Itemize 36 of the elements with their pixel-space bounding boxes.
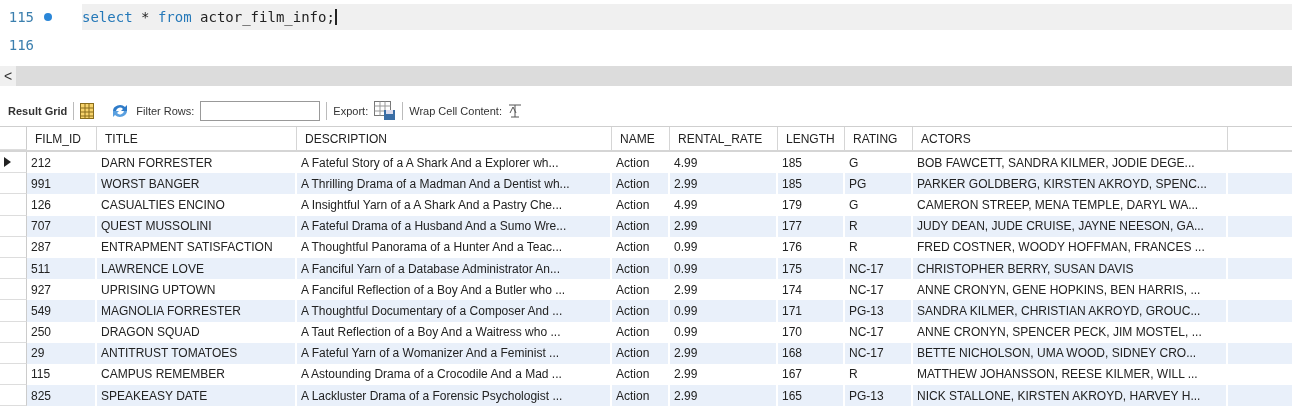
table-cell: PG-13 [845, 385, 913, 407]
column-header[interactable]: FILM_ID [27, 127, 97, 150]
horizontal-scrollbar[interactable]: < [0, 66, 1292, 86]
table-cell: 2.99 [670, 385, 778, 407]
table-cell: 165 [778, 385, 845, 407]
column-header[interactable]: ACTORS [913, 127, 1228, 150]
table-row[interactable]: 29 ANTITRUST TOMATOES A Fateful Yarn of a Womanizer And a Feminist ... Action 2.99 168 NC-17 BETTE NICHOLSON, UMA WOOD, SIDNEY CRO... [0, 342, 1292, 364]
table-row[interactable]: 825 SPEAKEASY DATE A Lackluster Drama of a Forensic Psychologist ... Action 2.99 165 PG-13 NICK STALLONE, KIRSTEN AKROYD, HARVEY H... [0, 385, 1292, 407]
wrap-cell-content-label: Wrap Cell Content: [409, 105, 502, 117]
export-label: Export: [333, 105, 369, 117]
filter-rows-field[interactable] [200, 101, 321, 121]
column-header[interactable]: DESCRIPTION [297, 127, 612, 150]
scroll-left-button[interactable]: < [0, 66, 16, 86]
code-text: select * from actor_film_info; [82, 9, 337, 25]
column-header[interactable]: RENTAL_RATE [670, 127, 778, 150]
grid-icon[interactable] [80, 103, 95, 119]
table-cell: NICK STALLONE, KIRSTEN AKROYD, HARVEY H... [913, 385, 1228, 407]
table-row[interactable]: 511 LAWRENCE LOVE A Fanciful Yarn of a Database Administrator An... Action 0.99 175 NC-17 CHRISTOPHER BERRY, SUSAN DAVIS [0, 257, 1292, 280]
table-row[interactable]: 707 QUEST MUSSOLINI A Fateful Drama of a Husband And a Sumo Wre... Action 2.99 177 R JUDY DEAN, JUDE CRUISE, JAYNE NEESON, GA... [0, 215, 1292, 237]
column-header[interactable]: NAME [612, 127, 670, 150]
wrap-text-icon[interactable] [507, 104, 522, 118]
filter-rows-label: Filter Rows: [136, 105, 195, 117]
column-header[interactable]: RATING [845, 127, 913, 150]
table-row[interactable]: 991 WORST BANGER A Thrilling Drama of a Madman And a Dentist wh... Action 2.99 185 PG PARKER GOLDBERG, KIRSTEN AKROYD, SPENC... [0, 173, 1292, 195]
table-cell: A Lackluster Drama of a Forensic Psychologist ... [297, 385, 612, 407]
table-cell: SPEAKEASY DATE [97, 385, 297, 407]
result-grid-tab[interactable]: Result Grid [8, 105, 68, 117]
table-row[interactable]: 549 MAGNOLIA FORRESTER A Thoughtful Documentary of a Composer And ... Action 0.99 171 PG-13 SANDRA KILMER, CHRISTIAN AKROYD, GROUC... [0, 300, 1292, 322]
column-header[interactable]: TITLE [97, 127, 297, 150]
row-pointer-icon [4, 157, 11, 168]
table-cell: Action [612, 385, 670, 407]
export-icon[interactable] [374, 101, 397, 121]
line-number: 115 [7, 9, 34, 25]
column-header[interactable]: LENGTH [778, 127, 845, 150]
line-number: 116 [7, 37, 34, 53]
table-cell: 825 [27, 385, 97, 407]
